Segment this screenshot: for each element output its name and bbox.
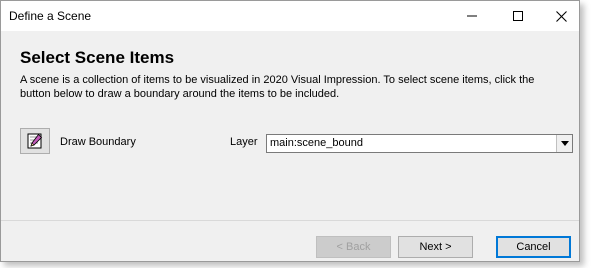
minimize-button[interactable] <box>449 1 495 31</box>
draw-boundary-label: Draw Boundary <box>60 136 136 148</box>
dialog-body: Select Scene Items A scene is a collecti… <box>1 31 579 261</box>
chevron-down-icon <box>560 141 569 146</box>
maximize-icon <box>513 11 523 21</box>
layer-dropdown[interactable]: main:scene_bound <box>266 134 573 153</box>
draw-boundary-button[interactable] <box>20 128 50 154</box>
maximize-button[interactable] <box>495 1 541 31</box>
close-icon <box>555 10 567 22</box>
page-title: Select Scene Items <box>20 48 175 67</box>
close-button[interactable] <box>541 1 581 31</box>
back-button[interactable]: < Back <box>316 236 391 258</box>
layer-label: Layer <box>230 136 258 148</box>
layer-selected-value: main:scene_bound <box>270 137 363 149</box>
minimize-icon <box>467 15 477 17</box>
footer-divider <box>1 220 579 221</box>
next-button[interactable]: Next > <box>398 236 473 258</box>
title-bar[interactable]: Define a Scene <box>1 1 579 31</box>
window-title: Define a Scene <box>9 9 92 23</box>
define-scene-dialog: Define a Scene Select Scene Items A scen… <box>0 0 580 262</box>
dropdown-arrow-button[interactable] <box>556 135 572 152</box>
cancel-button[interactable]: Cancel <box>496 236 571 258</box>
pencil-icon <box>27 133 43 149</box>
page-description: A scene is a collection of items to be v… <box>20 74 535 100</box>
